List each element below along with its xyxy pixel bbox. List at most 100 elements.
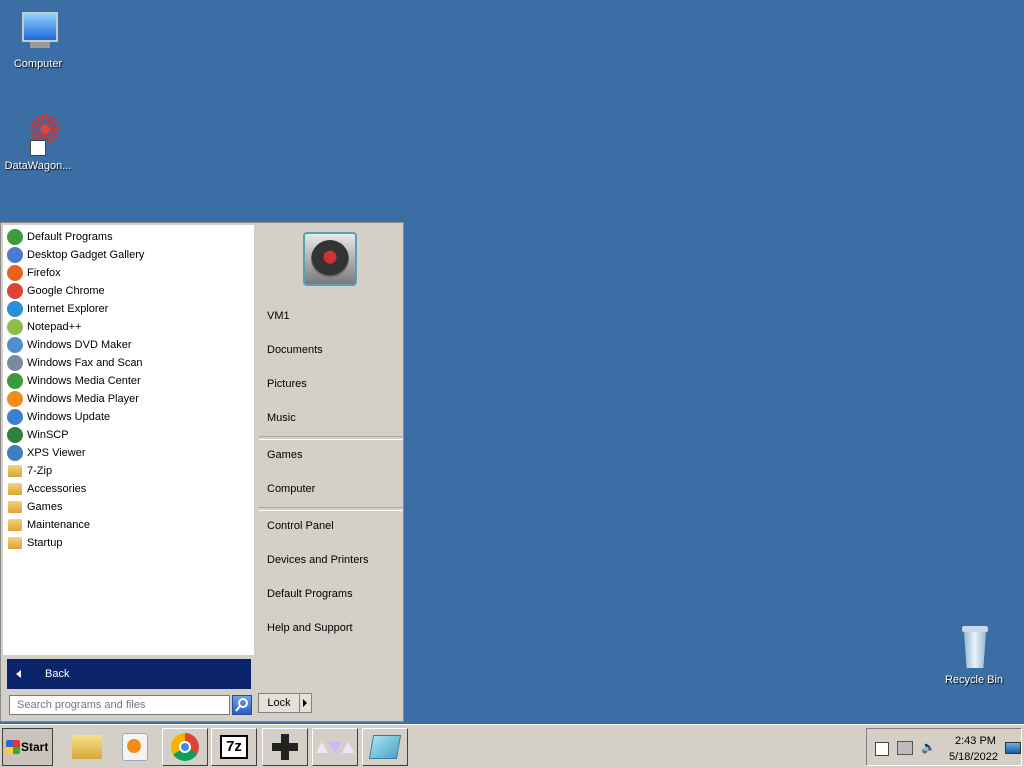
program-label: Windows Fax and Scan [27,357,143,369]
lock-button[interactable]: Lock [258,693,300,713]
folder-icon [8,501,22,513]
desktop-icon-recycle-bin[interactable]: Recycle Bin [936,626,1012,686]
devices-printers-link[interactable]: Devices and Printers [267,550,369,570]
program-label: Windows Update [27,411,111,423]
7zip-icon: 7z [220,735,248,759]
program-icon [7,229,23,245]
folder-icon [8,465,22,477]
program-item[interactable]: XPS Viewer [3,444,254,462]
back-button[interactable]: Back [7,659,251,689]
start-menu-programs-pane: Default Programs Desktop Gadget Gallery Fi… [3,225,254,719]
folder-item[interactable]: Startup [3,534,254,552]
program-label: Internet Explorer [27,303,109,315]
program-item[interactable]: Google Chrome [3,282,254,300]
clock-time[interactable]: 2:43 PM [955,735,996,747]
pictures-link[interactable]: Pictures [267,374,307,394]
desktop-icon-label: DataWagon... [4,160,72,172]
shortcut-arrow-icon [30,140,46,156]
search-button[interactable] [232,695,252,715]
program-label: Firefox [27,267,61,279]
program-icon [7,409,23,425]
user-folder-link[interactable]: VM1 [267,306,290,326]
user-avatar[interactable] [303,232,357,286]
action-center-flag-icon[interactable] [875,742,889,756]
program-item[interactable]: Internet Explorer [3,300,254,318]
default-programs-link[interactable]: Default Programs [267,584,353,604]
show-desktop-icon[interactable] [1005,742,1021,754]
back-label: Back [45,668,70,680]
taskbar-explorer-button[interactable] [64,728,110,766]
taskbar-7zip-button[interactable]: 7z [211,728,257,766]
start-button[interactable]: Start [2,728,53,766]
program-icon [7,337,23,353]
taskbar-notepad-button[interactable] [362,728,408,766]
folder-item[interactable]: Maintenance [3,516,254,534]
program-label: Windows Media Player [27,393,139,405]
recycle-bin-icon [952,626,996,670]
program-icon [7,319,23,335]
folder-item[interactable]: Games [3,498,254,516]
program-item[interactable]: Windows Fax and Scan [3,354,254,372]
folder-item[interactable]: Accessories [3,480,254,498]
chrome-icon [171,733,199,761]
control-panel-link[interactable]: Control Panel [267,516,334,536]
program-item[interactable]: Notepad++ [3,318,254,336]
program-icon [7,283,23,299]
folder-icon [8,537,22,549]
program-label: Desktop Gadget Gallery [27,249,145,261]
folder-label: 7-Zip [27,465,53,477]
help-support-link[interactable]: Help and Support [267,618,353,638]
desktop-icon-computer[interactable]: Computer [0,10,76,70]
chevron-right-icon [303,699,307,707]
turntable-icon [311,240,349,278]
network-icon[interactable] [897,741,913,755]
taskbar-chrome-button[interactable] [162,728,208,766]
search-icon [235,698,248,712]
program-label: Windows DVD Maker [27,339,132,351]
program-icon [7,445,23,461]
program-label: Default Programs [27,231,113,243]
program-icon [7,301,23,317]
folder-label: Accessories [27,483,87,495]
taskbar-media-player-button[interactable] [112,728,158,766]
program-item[interactable]: Windows DVD Maker [3,336,254,354]
gamepad-icon [272,734,298,760]
program-item[interactable]: Default Programs [3,228,254,246]
all-programs-list: Default Programs Desktop Gadget Gallery Fi… [3,228,254,552]
program-item[interactable]: Windows Media Center [3,372,254,390]
taskbar-triangles-button[interactable] [312,728,358,766]
folder-label: Startup [27,537,63,549]
computer-link[interactable]: Computer [267,479,315,499]
program-item[interactable]: Windows Media Player [3,390,254,408]
program-item[interactable]: WinSCP [3,426,254,444]
folder-item[interactable]: 7-Zip [3,462,254,480]
program-label: XPS Viewer [27,447,86,459]
volume-icon[interactable]: 🔈 [921,741,936,753]
program-icon [7,373,23,389]
documents-link[interactable]: Documents [267,340,323,360]
program-item[interactable]: Windows Update [3,408,254,426]
desktop-icon-label: Recycle Bin [944,674,1004,686]
folder-label: Games [27,501,63,513]
clock-date[interactable]: 5/18/2022 [949,751,998,763]
folder-icon [72,735,102,759]
media-player-icon [122,733,148,761]
start-label: Start [21,740,49,754]
separator [259,436,403,440]
desktop-icon-datawagon[interactable]: DataWagon... [0,112,76,172]
folder-icon [8,483,22,495]
program-icon [7,247,23,263]
system-tray: 🔈 2:43 PM 5/18/2022 [866,728,1022,766]
folder-icon [8,519,22,531]
program-item[interactable]: Desktop Gadget Gallery [3,246,254,264]
program-item[interactable]: Firefox [3,264,254,282]
search-input[interactable] [9,695,230,715]
music-link[interactable]: Music [267,408,296,428]
shutdown-options-button[interactable] [300,693,312,713]
start-menu-places-pane: VM1 Documents Pictures Music Games Compu… [255,223,403,721]
taskbar-game-button[interactable] [262,728,308,766]
games-link[interactable]: Games [267,445,302,465]
taskbar: Start 7z 🔈 2:43 PM 5/18/2022 [0,724,1024,768]
program-label: Google Chrome [27,285,105,297]
program-label: WinSCP [27,429,69,441]
